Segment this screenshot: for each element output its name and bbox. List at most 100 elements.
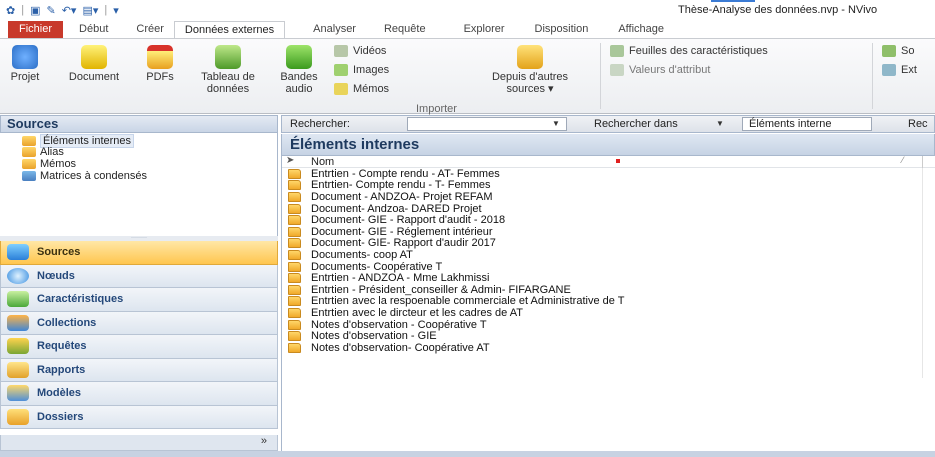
videos-button[interactable]: Vidéos — [334, 45, 386, 57]
qat-separator: | — [104, 4, 108, 16]
tab-explorer[interactable]: Explorer — [454, 21, 515, 38]
tab-creer[interactable]: Créer — [126, 21, 174, 38]
nav-noeuds[interactable]: Nœuds — [0, 264, 278, 288]
document-icon — [288, 215, 301, 226]
window-title: Thèse-Analyse des données.nvp - NVivo — [678, 4, 878, 16]
quick-access-toolbar: ✿ | ▣ ✎ ↶▾ ▤▾ | ▾ — [0, 4, 119, 17]
sources-pane-header: Sources — [0, 115, 278, 133]
column-divider — [922, 156, 923, 168]
tree-item-label: Alias — [40, 146, 64, 158]
qat-separator: | — [21, 4, 25, 16]
nav-dossiers[interactable]: Dossiers — [0, 405, 278, 429]
nodes-icon — [7, 267, 29, 284]
list-item[interactable]: Notes d'observation - GIE — [282, 330, 935, 342]
list-item-label: Document- Andzoa- DARED Projet — [311, 202, 482, 215]
edit-icon[interactable]: ✎ — [46, 4, 55, 17]
document-icon — [288, 191, 301, 202]
nav-label: Requêtes — [37, 340, 87, 353]
list-item[interactable]: Document - ANDZOA- Projet REFAM — [282, 191, 935, 203]
list-item[interactable]: Entrtien - Compte rendu - AT- Femmes — [282, 168, 935, 180]
list-item[interactable]: Document- GIE - Réglement intérieur — [282, 226, 935, 238]
nav-label: Rapports — [37, 363, 86, 376]
search-dropdown-icon[interactable]: ▼ — [552, 119, 560, 128]
nav-rapports[interactable]: Rapports — [0, 358, 278, 382]
models-icon — [7, 385, 29, 402]
search-input[interactable] — [407, 117, 567, 131]
nav-collections[interactable]: Collections — [0, 311, 278, 335]
sources-tree: Éléments internes Alias Mémos Matrices à… — [0, 133, 278, 236]
document-icon — [81, 45, 107, 69]
search-in-dropdown-icon[interactable]: ▼ — [716, 119, 724, 128]
nav-requetes[interactable]: Requêtes — [0, 335, 278, 359]
valeurs-attribut-button[interactable]: Valeurs d'attribut — [610, 64, 710, 76]
video-icon — [334, 45, 348, 57]
list-column-header[interactable]: ➤ Nom ⁄ — [282, 155, 935, 168]
memos-button[interactable]: Mémos — [334, 83, 389, 95]
document-icon — [288, 226, 301, 237]
search-cut-label[interactable]: Rec — [908, 118, 928, 130]
collections-icon — [7, 314, 29, 331]
undo-icon[interactable]: ↶▾ — [62, 4, 77, 17]
list-item[interactable]: Entrtien- Compte rendu - T- Femmes — [282, 179, 935, 191]
sheet-icon — [610, 45, 624, 57]
tab-donnees-externes[interactable]: Données externes — [173, 21, 286, 38]
ribbon-tabs: Fichier Début Créer Données externes Ana… — [0, 21, 935, 38]
document-icon — [288, 342, 301, 353]
nav-sources[interactable]: Sources — [0, 241, 278, 265]
nav-label: Nœuds — [37, 269, 75, 282]
list-item[interactable]: Notes d'observation- Coopérative AT — [282, 342, 935, 354]
ribbon-cut-button-2[interactable]: Ext — [882, 64, 917, 76]
list-item[interactable]: Document- GIE - Rapport d'audit - 2018 — [282, 214, 935, 226]
document-button[interactable]: Document — [56, 45, 132, 83]
tree-item-matrices[interactable]: Matrices à condensés — [22, 170, 147, 182]
depuis-autres-sources-button[interactable]: Depuis d'autres sources ▾ — [482, 45, 578, 95]
nav-caracteristiques[interactable]: Caractéristiques — [0, 288, 278, 312]
nav-modeles[interactable]: Modèles — [0, 382, 278, 406]
list-item-label: Entrtien avec la respoenable commerciale… — [311, 295, 625, 308]
list-item[interactable]: Documents- coop AT — [282, 249, 935, 261]
search-scope-field[interactable]: Éléments interne — [742, 117, 872, 131]
list-item[interactable]: Notes d'observation - Coopérative T — [282, 319, 935, 331]
pdfs-button[interactable]: PDFs — [140, 45, 180, 83]
tree-item-memos[interactable]: Mémos — [22, 158, 76, 170]
list-item[interactable]: Entrtien avec la respoenable commerciale… — [282, 295, 935, 308]
customize-qat-icon[interactable]: ▾ — [113, 4, 119, 17]
search-in-label[interactable]: Rechercher dans — [594, 118, 678, 130]
print-icon[interactable]: ▤▾ — [82, 4, 98, 17]
edit-indicator-icon: ⁄ — [902, 155, 904, 165]
list-item[interactable]: Document- GIE- Rapport d'audir 2017 — [282, 237, 935, 250]
classifications-icon — [7, 291, 29, 308]
images-button[interactable]: Images — [334, 64, 389, 76]
list-item[interactable]: Document- Andzoa- DARED Projet — [282, 203, 935, 215]
document-icon — [288, 238, 301, 249]
list-item-label: Document - ANDZOA- Projet REFAM — [311, 190, 493, 203]
tab-disposition[interactable]: Disposition — [525, 21, 599, 38]
cut-item-icon — [882, 45, 896, 57]
tree-item-alias[interactable]: Alias — [22, 146, 64, 158]
feuilles-caracteristiques-button[interactable]: Feuilles des caractéristiques — [610, 45, 768, 57]
list-item[interactable]: Entrtien - Président_conseiller & Admin-… — [282, 284, 935, 296]
projet-button[interactable]: Projet — [8, 45, 42, 83]
list-item-label: Document- GIE- Rapport d'audir 2017 — [311, 237, 496, 250]
nav-options-button[interactable]: » — [0, 435, 278, 451]
tab-debut[interactable]: Début — [69, 21, 118, 38]
tableau-de-donnees-button[interactable]: Tableau de données — [186, 45, 270, 95]
depuis-label-1: Depuis d'autres — [491, 71, 569, 83]
save-icon[interactable]: ▣ — [30, 4, 40, 17]
tab-fichier[interactable]: Fichier — [8, 21, 64, 38]
bandes-label-2: audio — [285, 83, 313, 95]
list-item[interactable]: Documents- Coopérative T — [282, 261, 935, 273]
list-item-label: Document- GIE - Réglement intérieur — [311, 225, 493, 238]
list-item[interactable]: Entrtien - ANDZOA - Mme Lakhmissi — [282, 272, 935, 284]
ribbon-cut-button-1[interactable]: So — [882, 45, 914, 57]
list-item[interactable]: Entrtien avec le dircteur et les cadres … — [282, 307, 935, 319]
document-icon — [288, 273, 301, 284]
videos-label: Vidéos — [353, 45, 387, 57]
folder-icon — [22, 136, 36, 146]
tab-requete[interactable]: Requête — [374, 21, 436, 38]
bandes-audio-button[interactable]: Bandes audio — [274, 45, 324, 95]
tab-affichage[interactable]: Affichage — [608, 21, 674, 38]
list-item-label: Document- GIE - Rapport d'audit - 2018 — [311, 214, 506, 227]
tab-analyser[interactable]: Analyser — [303, 21, 366, 38]
document-icon — [288, 203, 301, 214]
